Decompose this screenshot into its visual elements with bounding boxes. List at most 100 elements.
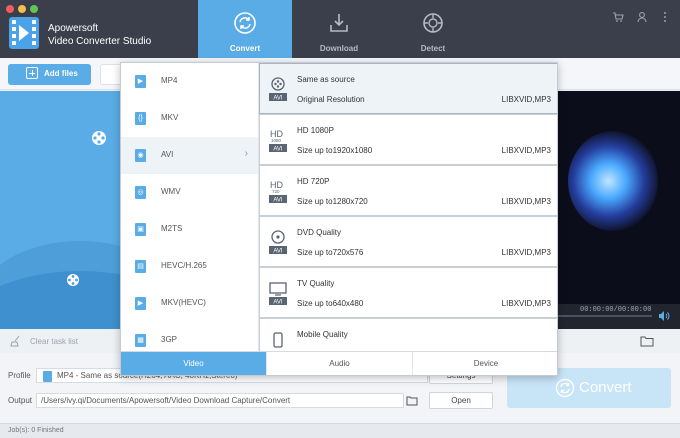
preset-name: HD 1080P — [297, 126, 334, 135]
film-reel-icon — [92, 131, 106, 145]
preset-tv-quality[interactable]: AVI TV Quality Size up to640x480 LIBXVID… — [259, 267, 557, 318]
preset-list: AVI Same as source Original Resolution L… — [259, 63, 557, 351]
hevc-icon: ▤ — [135, 260, 146, 273]
preset-tag: AVI — [273, 300, 283, 306]
preset-codec: LIBXVID,MP3 — [501, 248, 551, 257]
add-files-button[interactable]: Add files — [8, 64, 91, 85]
broom-icon[interactable] — [10, 335, 22, 347]
detect-icon — [423, 13, 443, 33]
preset-hd-720p[interactable]: HD 720 AVI HD 720P Size up to1280x720 LI… — [259, 165, 557, 216]
format-label: MP4 — [161, 76, 178, 85]
tab-download-label: Download — [319, 44, 359, 53]
clear-task-list-button[interactable]: Clear task list — [30, 337, 78, 346]
format-list: ▶ MP4 {} MKV ◉ AVI › ◎ WMV ▣ M2TS ▤ HEVC… — [121, 63, 259, 351]
category-tab-audio[interactable]: Audio — [267, 352, 413, 375]
title-bar: Apowersoft Video Converter Studio Conver… — [0, 0, 680, 58]
mkv-hevc-icon: ▶ — [135, 297, 146, 310]
category-tab-device[interactable]: Device — [413, 352, 557, 375]
format-dropdown: ▶ MP4 {} MKV ◉ AVI › ◎ WMV ▣ M2TS ▤ HEVC… — [120, 62, 558, 376]
preset-desc: Size up to1280x720 — [297, 197, 368, 206]
window-close-button[interactable] — [6, 5, 14, 13]
window-minimize-button[interactable] — [18, 5, 26, 13]
profile-label: Profile — [8, 371, 31, 380]
preset-tag: AVI — [273, 249, 283, 255]
volume-icon[interactable] — [658, 310, 670, 322]
mkv-icon: {} — [135, 112, 146, 125]
hd-1080-icon: HD 1080 AVI — [269, 129, 287, 153]
drop-area[interactable] — [0, 91, 120, 329]
preset-desc: Original Resolution — [297, 95, 365, 104]
convert-button-icon — [555, 378, 575, 398]
tab-convert-label: Convert — [229, 44, 261, 53]
preset-dvd-quality[interactable]: AVI DVD Quality Size up to720x576 LIBXVI… — [259, 216, 557, 267]
folder-icon[interactable] — [640, 335, 654, 347]
format-label: 3GP — [161, 335, 178, 344]
preset-name: Mobile Quality — [297, 330, 348, 339]
category-tab-video[interactable]: Video — [121, 352, 267, 375]
status-bar: Job(s): 0 Finished — [0, 423, 680, 438]
brand-product: Video Converter Studio — [48, 36, 152, 47]
3gp-icon: ▦ — [135, 334, 146, 347]
user-icon[interactable] — [636, 11, 648, 23]
plus-icon — [26, 67, 38, 79]
format-item-hevc[interactable]: ▤ HEVC/H.265 — [121, 248, 258, 285]
player-controls: 00:00:00/00:00:00 — [558, 304, 680, 329]
preset-codec: LIBXVID,MP3 — [501, 299, 551, 308]
seek-bar[interactable] — [558, 315, 652, 317]
film-reel-icon-2 — [67, 274, 79, 286]
format-label: M2TS — [161, 224, 183, 233]
preview-image — [568, 131, 658, 231]
film-reel-icon: AVI — [269, 77, 287, 102]
wmv-icon: ◎ — [135, 186, 146, 199]
m2ts-icon: ▣ — [135, 223, 146, 236]
format-item-3gp[interactable]: ▦ 3GP — [121, 322, 258, 351]
format-label: HEVC/H.265 — [161, 261, 207, 270]
output-label: Output — [8, 396, 33, 405]
jobs-status: Job(s): 0 Finished — [8, 427, 64, 434]
output-path-field[interactable]: /Users/ivy.qi/Documents/Apowersoft/Video… — [36, 393, 404, 408]
open-button[interactable]: Open — [429, 392, 493, 409]
avi-icon: ◉ — [135, 149, 146, 162]
timecode: 00:00:00/00:00:00 — [580, 306, 652, 314]
format-label: MKV — [161, 113, 179, 122]
tv-icon: AVI — [269, 282, 287, 306]
convert-button-label: Convert — [579, 379, 632, 396]
format-item-m2ts[interactable]: ▣ M2TS — [121, 211, 258, 248]
brand-name: Apowersoft — [48, 23, 99, 34]
cart-icon[interactable] — [612, 11, 624, 23]
category-tabs: Video Audio Device — [121, 351, 557, 375]
format-label: MKV(HEVC) — [161, 298, 206, 307]
preset-name: DVD Quality — [297, 228, 342, 237]
format-item-wmv[interactable]: ◎ WMV — [121, 174, 258, 211]
window-zoom-button[interactable] — [30, 5, 38, 13]
tab-detect-label: Detect — [420, 44, 446, 53]
format-item-mp4[interactable]: ▶ MP4 — [121, 63, 258, 100]
preset-tag: AVI — [273, 147, 283, 153]
svg-text:1080: 1080 — [271, 138, 282, 143]
video-file-icon — [43, 371, 52, 382]
preset-name: Same as source — [297, 75, 355, 84]
dvd-icon: AVI — [269, 230, 287, 255]
preset-codec: LIBXVID,MP3 — [501, 95, 551, 104]
tab-convert[interactable]: Convert — [198, 0, 292, 58]
preset-tag: AVI — [273, 198, 283, 204]
add-files-label: Add files — [44, 69, 78, 78]
preset-codec: LIBXVID,MP3 — [501, 197, 551, 206]
format-label: WMV — [161, 187, 181, 196]
browse-folder-icon[interactable] — [406, 395, 418, 406]
format-label: AVI — [161, 150, 174, 159]
tab-detect[interactable]: Detect — [386, 0, 480, 58]
preset-same-as-source[interactable]: AVI Same as source Original Resolution L… — [259, 63, 557, 114]
mobile-icon — [273, 332, 283, 348]
toolbar-secondary-button[interactable] — [100, 64, 122, 85]
menu-icon[interactable] — [659, 11, 671, 23]
preset-desc: Size up to1920x1080 — [297, 146, 373, 155]
format-item-avi[interactable]: ◉ AVI › — [121, 137, 258, 174]
tab-download[interactable]: Download — [292, 0, 386, 58]
preset-hd-1080p[interactable]: HD 1080 AVI HD 1080P Size up to1920x1080… — [259, 114, 557, 165]
preset-mobile-quality[interactable]: Mobile Quality — [259, 318, 557, 351]
preset-desc: Size up to640x480 — [297, 299, 364, 308]
format-item-mkv-hevc[interactable]: ▶ MKV(HEVC) — [121, 285, 258, 322]
convert-icon — [234, 12, 256, 34]
format-item-mkv[interactable]: {} MKV — [121, 100, 258, 137]
